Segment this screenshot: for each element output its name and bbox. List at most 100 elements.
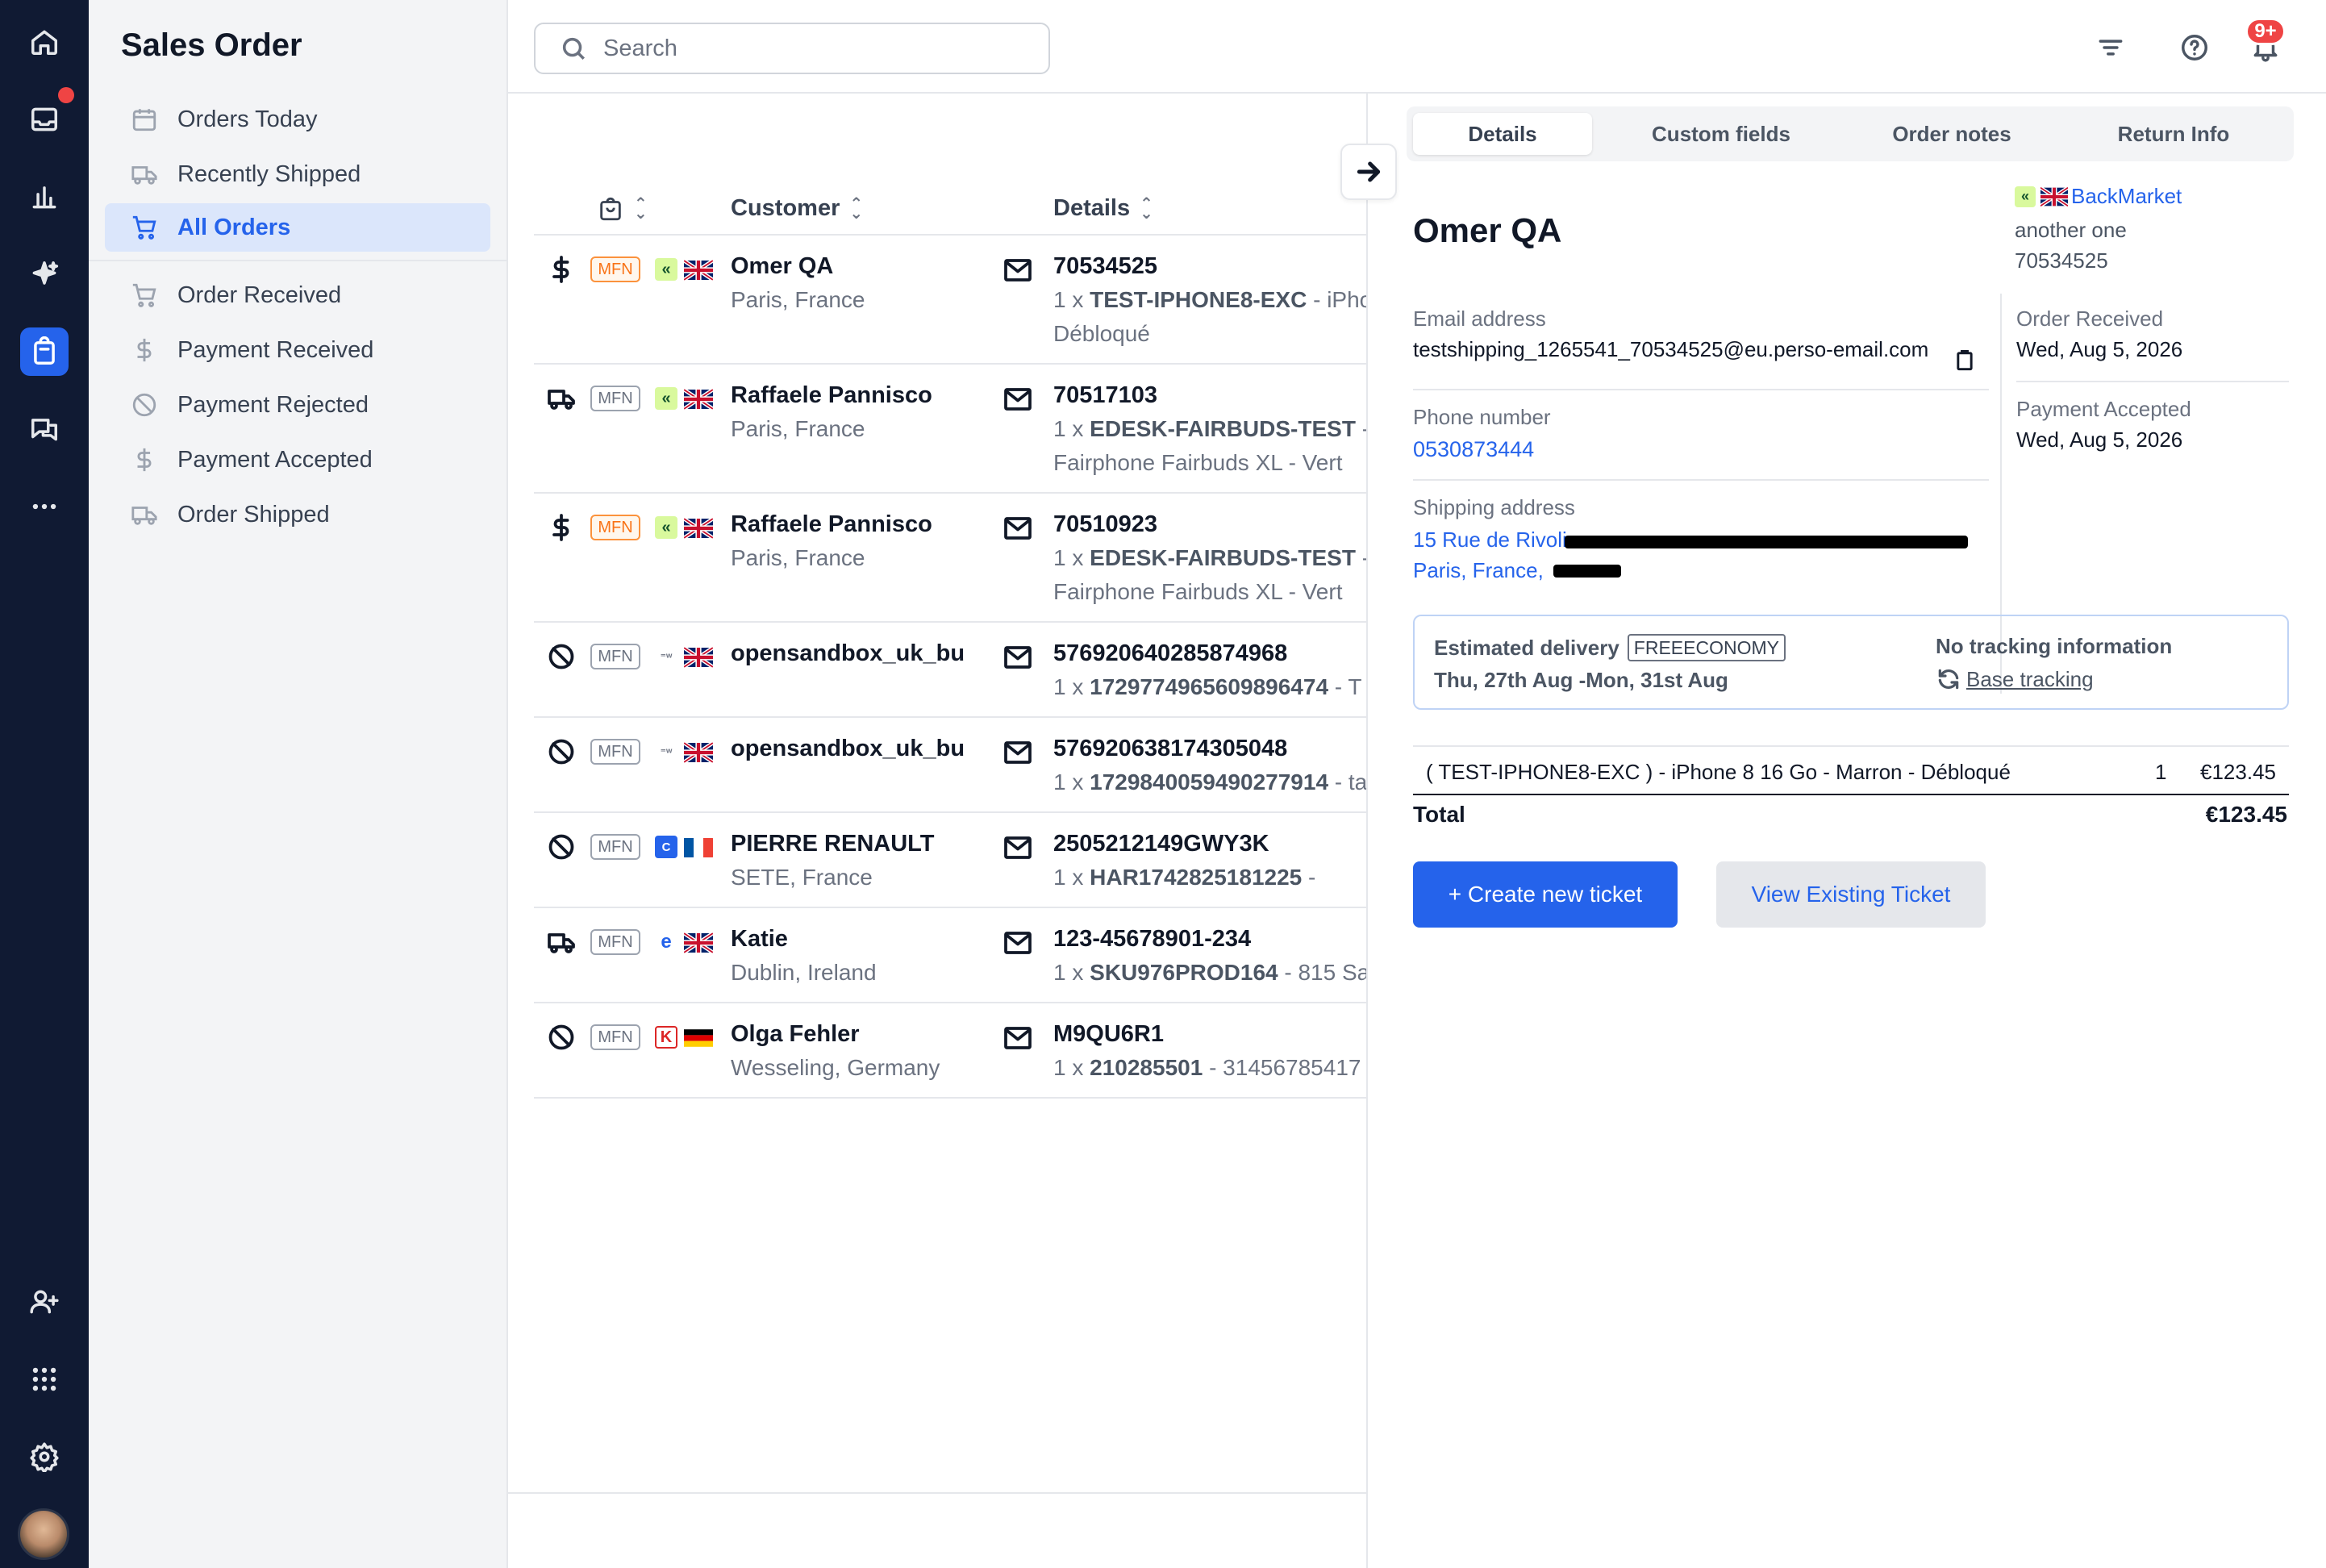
mail-icon[interactable] (1003, 387, 1032, 415)
help-icon[interactable] (2176, 29, 2213, 66)
sparkle-icon[interactable] (20, 250, 69, 298)
sidebar-item-payment-received[interactable]: Payment Received (105, 326, 490, 374)
settings-icon[interactable] (20, 1432, 69, 1481)
phone-value[interactable]: 0530873444 (1413, 437, 1534, 462)
mail-icon[interactable] (1003, 516, 1032, 544)
order-received-date: Wed, Aug 5, 2026 (2016, 337, 2183, 361)
order-id: 576920640285874968 (1053, 640, 1288, 666)
base-tracking-link[interactable]: Base tracking (1936, 666, 2094, 692)
table-row[interactable]: MFN « Omer QA Paris, France 70534525 1 x TEST… (534, 236, 1366, 365)
analytics-icon[interactable] (20, 173, 69, 221)
ebay-icon: e (661, 931, 672, 953)
tab-order-notes[interactable]: Order notes (1858, 113, 2045, 155)
delivery-dates: Thu, 27th Aug -Mon, 31st Aug (1434, 668, 1728, 692)
list-header: ⌃ ⌄ Customer ⌃ ⌄ Details ⌃ ⌄ (534, 184, 1366, 236)
sidebar-item-order-received[interactable]: Order Received (105, 271, 490, 319)
create-ticket-button[interactable]: + Create new ticket (1413, 861, 1678, 928)
email-value[interactable]: testshipping_1265541_70534525@eu.perso-e… (1413, 337, 1928, 362)
channel-column-header[interactable]: ⌃ ⌄ (597, 195, 648, 223)
customer-name: Raffaele Pannisco (731, 382, 932, 408)
sidebar-item-payment-rejected[interactable]: Payment Rejected (105, 381, 490, 429)
redaction-bar (1553, 565, 1621, 578)
inbox-icon[interactable] (20, 95, 69, 144)
sidebar-item-payment-accepted[interactable]: Payment Accepted (105, 436, 490, 484)
item-qty: 1 x (1053, 416, 1084, 441)
sidebar-item-label: Payment Accepted (177, 446, 373, 473)
filter-icon[interactable] (2092, 29, 2129, 66)
mail-icon[interactable] (1003, 645, 1032, 673)
sort-icon: ⌃ ⌄ (1140, 194, 1153, 223)
sidebar-item-label: Orders Today (177, 106, 318, 132)
divider (1413, 389, 1989, 390)
address-line-1[interactable]: 15 Rue de Rivoli (1413, 528, 1567, 553)
user-avatar[interactable] (18, 1508, 69, 1560)
calendar-icon (132, 109, 156, 131)
copy-icon[interactable] (1955, 348, 1974, 375)
shipping-label: Shipping address (1413, 495, 1575, 519)
address-line-2[interactable]: Paris, France, (1413, 558, 1544, 583)
table-row[interactable]: MFN « Raffaele Pannisco Paris, France 705171… (534, 365, 1366, 494)
tab-return-info[interactable]: Return Info (2081, 113, 2266, 155)
search-box[interactable] (534, 23, 1050, 74)
sidebar-item-label: Recently Shipped (177, 161, 361, 187)
item-desc: - ta (1328, 769, 1366, 794)
home-icon[interactable] (20, 18, 69, 66)
refresh-icon (1938, 669, 1959, 690)
uk-flag-icon (684, 647, 713, 668)
table-row[interactable]: MFN e Katie Dublin, Ireland 123-45678901-234… (534, 908, 1366, 1003)
table-row[interactable]: MFN C PIERRE RENAULT SETE, France 2505212149… (534, 813, 1366, 908)
search-input[interactable] (603, 35, 1023, 62)
order-item-line: 1 x 1729774965609896474 - T (1053, 674, 1362, 700)
mail-icon[interactable] (1003, 258, 1032, 286)
channel-link[interactable]: « BackMarket (2015, 184, 2182, 209)
customer-column-header[interactable]: Customer ⌃ ⌄ (731, 195, 863, 222)
mail-icon[interactable] (1003, 836, 1032, 864)
cart-icon (132, 215, 156, 240)
mail-icon[interactable] (1003, 1026, 1032, 1054)
table-row[interactable]: MFN « Raffaele Pannisco Paris, France 705109… (534, 494, 1366, 623)
item-sku: TEST-IPHONE8-EXC (1090, 287, 1307, 312)
sidebar-item-label: Order Shipped (177, 501, 330, 528)
sidebar-item-orders-today[interactable]: Orders Today (105, 95, 490, 144)
backmarket-icon: « (2015, 186, 2036, 207)
more-icon[interactable] (20, 482, 69, 531)
table-row[interactable]: MFN ⁼ʷ opensandbox_uk_bu 576920638174305048… (534, 718, 1366, 813)
mail-icon[interactable] (1003, 740, 1032, 769)
tab-details[interactable]: Details (1413, 113, 1592, 155)
truck-icon (547, 384, 579, 416)
order-received-label: Order Received (2016, 307, 2164, 331)
order-item-line-2: Fairphone Fairbuds XL - Vert (1053, 579, 1343, 604)
delivery-service-tag: FREEECONOMY (1627, 634, 1786, 661)
sidebar-item-all-orders[interactable]: All Orders (105, 203, 490, 252)
customer-location: SETE, France (731, 865, 873, 890)
phone-label: Phone number (1413, 405, 1551, 429)
order-item-line: 1 x SKU976PROD164 - 815 Sam (1053, 960, 1366, 986)
orders-icon[interactable] (20, 327, 69, 376)
collapse-panel-button[interactable] (1340, 144, 1397, 200)
channel-order-id: 70534525 (2015, 248, 2108, 273)
add-user-icon[interactable] (20, 1278, 69, 1326)
table-row[interactable]: MFN K Olga Fehler Wesseling, Germany M9QU6R1… (534, 1003, 1366, 1099)
item-sku: SKU976PROD164 (1090, 960, 1278, 985)
truck-icon (131, 507, 157, 525)
mail-icon[interactable] (1003, 931, 1032, 959)
view-ticket-button[interactable]: View Existing Ticket (1716, 861, 1986, 928)
inbox-notification-dot (58, 87, 74, 103)
fulfillment-tag: MFN (590, 929, 640, 955)
details-column-header[interactable]: Details ⌃ ⌄ (1053, 195, 1153, 222)
fr-flag-icon (684, 837, 713, 858)
apps-grid-icon[interactable] (20, 1355, 69, 1403)
table-row[interactable]: MFN ⁼ʷ opensandbox_uk_bu 576920640285874968… (534, 623, 1366, 718)
item-sku: EDESK-FAIRBUDS-TEST (1090, 545, 1356, 570)
item-qty: 1 x (1053, 865, 1084, 890)
customer-name: Omer QA (1413, 211, 1562, 249)
customer-name: Olga Fehler (731, 1021, 860, 1047)
fulfillment-tag: MFN (590, 739, 640, 765)
tab-custom-fields[interactable]: Custom fields (1618, 113, 1824, 155)
conversations-icon[interactable] (20, 405, 69, 453)
ban-icon (547, 1023, 579, 1055)
tracking-status: No tracking information (1936, 634, 2173, 658)
sidebar-item-recently-shipped[interactable]: Recently Shipped (105, 150, 490, 198)
sidebar-item-order-shipped[interactable]: Order Shipped (105, 490, 490, 539)
delivery-label: Estimated delivery FREEECONOMY (1434, 634, 1786, 661)
